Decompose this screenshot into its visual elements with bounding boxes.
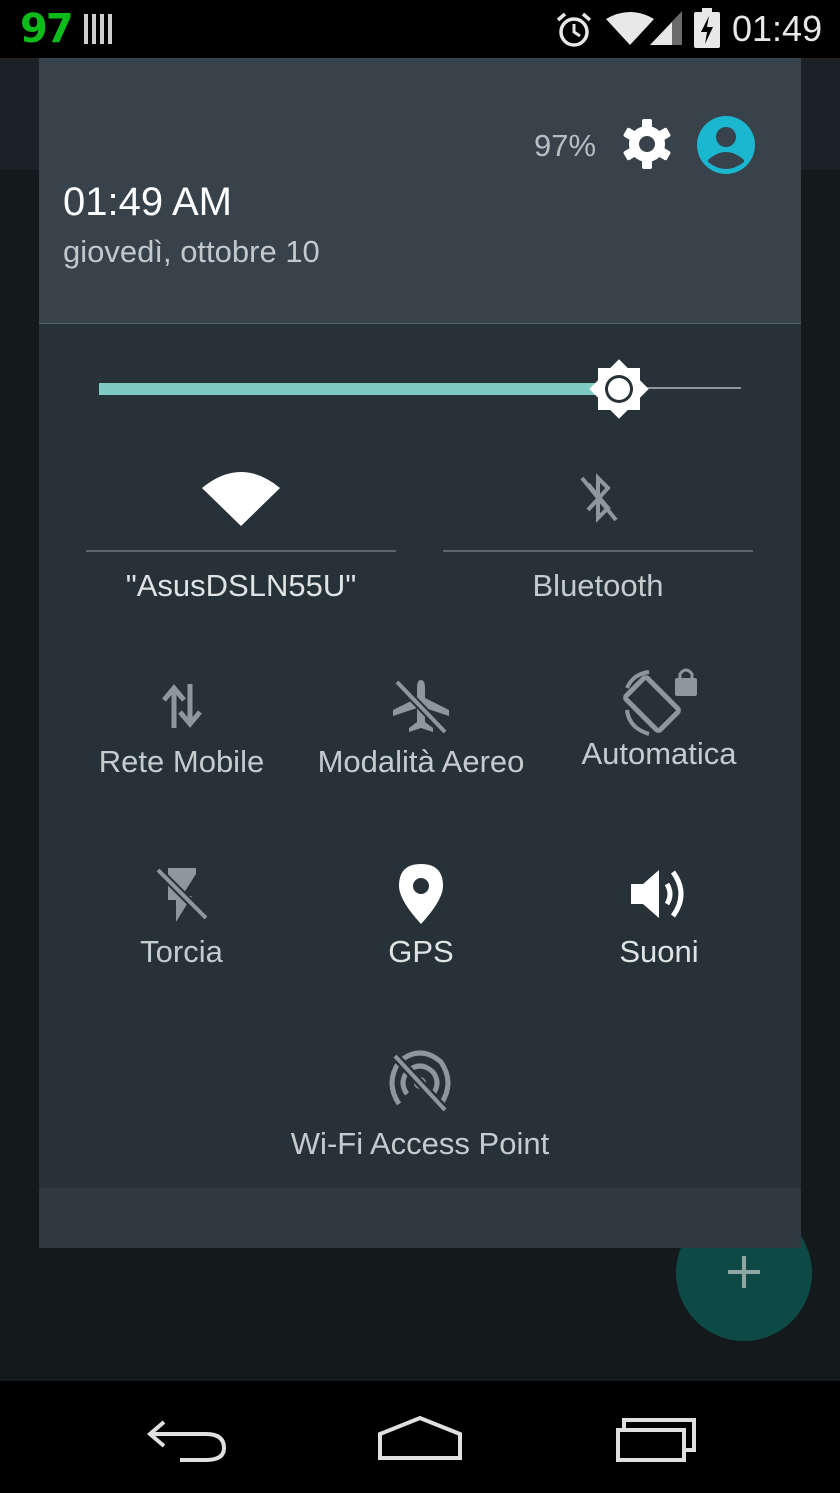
- data-arrows-icon: [161, 684, 202, 728]
- airplane-off-icon: [393, 679, 449, 735]
- header-clock[interactable]: 01:49 AM: [63, 180, 232, 225]
- shade-header[interactable]: 01:49 AM giovedì, ottobre 10 97%: [39, 58, 801, 324]
- alarm-icon: [556, 12, 592, 47]
- tile-hotspot[interactable]: Wi-Fi Access Point: [240, 1050, 600, 1162]
- tile-bluetooth-label[interactable]: Bluetooth: [443, 568, 753, 604]
- tile-wifi-label[interactable]: "AsusDSLN55U": [86, 568, 396, 604]
- status-indicator-number: 97: [20, 6, 74, 52]
- header-date[interactable]: giovedì, ottobre 10: [63, 234, 320, 270]
- gps-label: GPS: [388, 934, 454, 969]
- tile-bluetooth[interactable]: [443, 468, 753, 528]
- bluetooth-label: Bluetooth: [532, 568, 664, 603]
- brightness-sun-icon[interactable]: [584, 354, 654, 424]
- quick-settings-panel: 01:49 AM giovedì, ottobre 10 97% "AsusDS…: [39, 58, 801, 1248]
- battery-charging-icon: [694, 8, 720, 48]
- brightness-fill: [99, 383, 619, 395]
- wifi-divider: [86, 550, 396, 552]
- settings-gear-icon[interactable]: [622, 119, 672, 169]
- rotation-label: Automatica: [581, 736, 737, 771]
- bluetooth-divider: [443, 550, 753, 552]
- speaker-icon: [631, 870, 684, 918]
- sound-label: Suoni: [619, 934, 699, 969]
- status-time: 01:49: [732, 8, 823, 49]
- wifi-icon: [202, 472, 280, 526]
- plus-icon: [728, 1256, 760, 1288]
- hotspot-label: Wi-Fi Access Point: [290, 1126, 550, 1161]
- brightness-slider[interactable]: [99, 354, 741, 424]
- tile-airplane[interactable]: Modalità Aereo: [301, 676, 541, 780]
- user-avatar-icon[interactable]: [697, 116, 755, 174]
- location-pin-icon: [399, 864, 443, 924]
- recent-apps-icon[interactable]: [614, 1416, 698, 1462]
- tile-gps[interactable]: GPS: [301, 862, 541, 970]
- tile-wifi[interactable]: [86, 468, 396, 528]
- hotspot-off-icon: [389, 1050, 451, 1114]
- flashlight-off-icon: [154, 867, 209, 922]
- mobile-data-label: Rete Mobile: [98, 744, 265, 779]
- flashlight-label: Torcia: [140, 934, 223, 969]
- airplane-label: Modalità Aereo: [317, 744, 525, 779]
- wifi-signal-icon: [606, 11, 682, 45]
- bars-indicator-icon: [84, 14, 112, 44]
- tile-sound[interactable]: Suoni: [539, 864, 779, 970]
- rotation-lock-icon: [623, 668, 697, 736]
- wifi-network-label: "AsusDSLN55U": [125, 568, 357, 603]
- tile-mobile-data[interactable]: Rete Mobile: [59, 676, 304, 780]
- tile-rotation[interactable]: Automatica: [539, 666, 779, 772]
- tile-flashlight[interactable]: Torcia: [59, 864, 304, 970]
- home-icon[interactable]: [376, 1414, 464, 1462]
- back-icon[interactable]: [144, 1418, 228, 1462]
- status-bar: 97 01:49: [0, 0, 840, 58]
- bluetooth-off-icon: [580, 473, 618, 523]
- battery-percentage[interactable]: 97%: [534, 128, 596, 164]
- shade-drag-handle[interactable]: [39, 1188, 801, 1248]
